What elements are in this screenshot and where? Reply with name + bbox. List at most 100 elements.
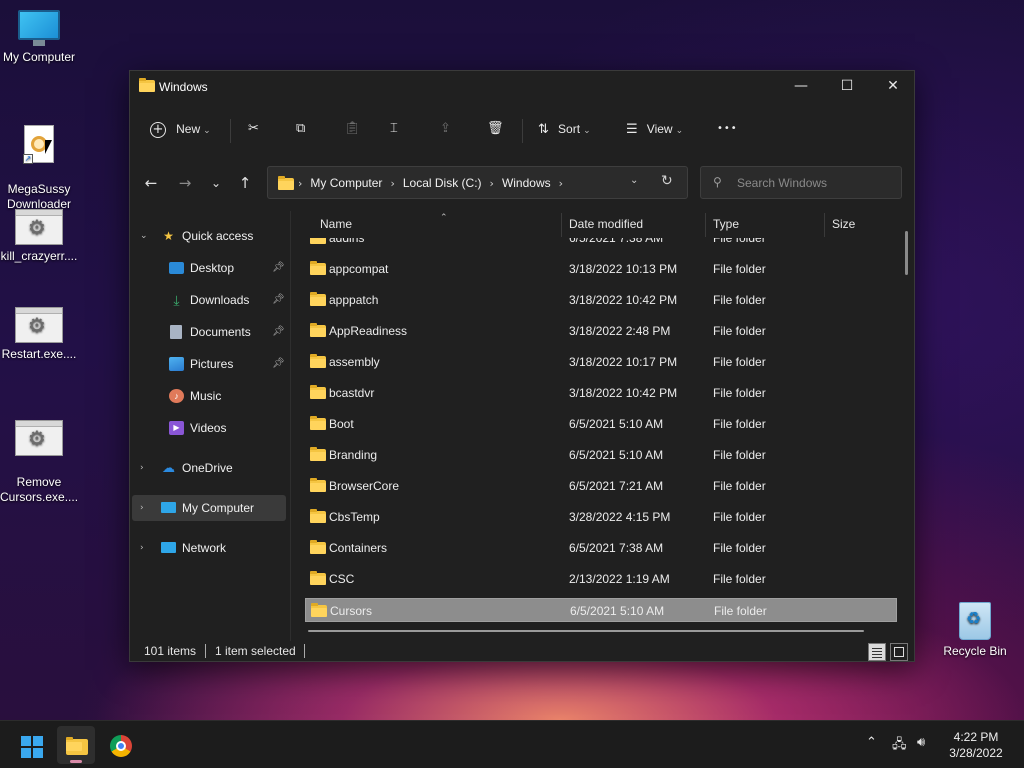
file-date: 3/18/2022 10:42 PM [569, 386, 678, 400]
file-row[interactable]: Boot 6/5/2021 5:10 AM File folder [305, 412, 897, 436]
file-name: bcastdvr [329, 386, 375, 400]
column-header-size[interactable]: Size [825, 211, 895, 237]
sidebar-item-downloads[interactable]: ⤓ Downloads 📌︎ [132, 287, 286, 313]
breadcrumb-separator[interactable]: › [559, 177, 563, 190]
desktop-icon-label: MegaSussy Downloader [6, 182, 72, 211]
sidebar-item-onedrive[interactable]: › ☁ OneDrive [132, 455, 286, 481]
desktop-icon-restart-exe[interactable]: ⚙ Restart.exe.... [0, 307, 78, 362]
file-row[interactable]: AppReadiness 3/18/2022 2:48 PM File folder [305, 319, 897, 343]
toolbar-divider [230, 119, 231, 143]
network-icon[interactable]: 🖧︎ [892, 735, 907, 757]
address-bar[interactable]: › My Computer › Local Disk (C:) › Windows › ⌄ … [267, 166, 688, 199]
close-button[interactable]: ✕ [870, 71, 916, 103]
file-row[interactable]: appcompat 3/18/2022 10:13 PM File folder [305, 257, 897, 281]
file-date: 6/5/2021 7:21 AM [569, 479, 664, 493]
folder-icon [310, 416, 326, 430]
up-button[interactable]: ↑ [233, 171, 257, 195]
file-row[interactable]: CbsTemp 3/28/2022 4:15 PM File folder [305, 505, 897, 529]
desktop-icon-label: kill_crazyerr.... [0, 249, 78, 263]
pane-divider[interactable] [290, 211, 291, 641]
view-button[interactable]: ☰ View ⌄ [626, 117, 683, 141]
desktop-icon-my-computer[interactable]: My Computer [0, 10, 78, 65]
chevron-right-icon: › [140, 463, 144, 473]
file-row[interactable]: assembly 3/18/2022 10:17 PM File folder [305, 350, 897, 374]
sidebar-item-documents[interactable]: Documents 📌︎ [132, 319, 286, 345]
recent-locations-button[interactable]: ⌄ [204, 171, 228, 195]
file-row[interactable]: Containers 6/5/2021 7:38 AM File folder [305, 536, 897, 560]
horizontal-scrollbar[interactable] [308, 630, 864, 632]
sidebar-item-videos[interactable]: ▶ Videos [132, 415, 286, 441]
forward-button[interactable]: → [173, 171, 197, 195]
breadcrumb-local-disk[interactable]: Local Disk (C:) [403, 176, 482, 190]
sidebar-item-quick-access[interactable]: ⌄ ★ Quick access [132, 223, 286, 249]
maximize-button[interactable]: ☐ [824, 71, 870, 103]
search-input[interactable] [737, 173, 897, 193]
selection-count: 1 item selected [215, 644, 296, 658]
minimize-button[interactable]: — [778, 71, 824, 103]
chrome-icon[interactable] [101, 726, 139, 764]
new-button[interactable]: + New ⌄ [150, 117, 211, 141]
documents-icon [170, 325, 182, 339]
folder-icon [310, 354, 326, 368]
refresh-icon[interactable]: ↻ [661, 173, 673, 189]
address-dropdown-icon[interactable]: ⌄ [630, 175, 638, 186]
file-date: 6/5/2021 5:10 AM [570, 604, 665, 618]
column-header-label: Name [320, 217, 353, 231]
file-row[interactable]: bcastdvr 3/18/2022 10:42 PM File folder [305, 381, 897, 405]
paste-button[interactable]: 📋︎ [344, 117, 361, 141]
column-header-type[interactable]: Type [706, 211, 824, 237]
sidebar-item-pictures[interactable]: Pictures 📌︎ [132, 351, 286, 377]
more-button[interactable]: ••• [717, 117, 738, 141]
file-type: File folder [713, 324, 766, 338]
sort-ascending-icon: ⌃ [440, 213, 448, 223]
chevron-up-icon[interactable]: ⌃ [866, 735, 877, 750]
sidebar-item-label: Documents [190, 325, 251, 339]
file-date: 6/5/2021 5:10 AM [569, 417, 664, 431]
desktop-icon-kill-crazyerr[interactable]: ⚙ kill_crazyerr.... [0, 209, 78, 264]
sort-icon: ⇅ [538, 122, 549, 137]
desktop-icon-recycle-bin[interactable]: ♻ Recycle Bin [936, 598, 1014, 659]
volume-icon[interactable]: 🔊︎ [917, 735, 925, 750]
file-row[interactable]: BrowserCore 6/5/2021 7:21 AM File folder [305, 474, 897, 498]
sort-label: Sort [558, 122, 581, 136]
file-type: File folder [713, 510, 766, 524]
cloud-icon: ☁ [162, 460, 175, 475]
breadcrumb-separator[interactable]: › [490, 177, 494, 190]
file-name: Branding [329, 448, 378, 462]
copy-button[interactable]: ⧉ [296, 117, 305, 141]
file-row[interactable]: Branding 6/5/2021 5:10 AM File folder [305, 443, 897, 467]
sidebar-item-label: Network [182, 541, 227, 555]
desktop-icon-remove-cursors[interactable]: ⚙ Remove Cursors.exe.... [0, 405, 78, 520]
share-button[interactable]: ⇪ [440, 117, 451, 141]
sort-button[interactable]: ⇅ Sort ⌄ [538, 117, 591, 141]
navigation-pane: ⌄ ★ Quick access Desktop 📌︎ ⤓ Downloads … [130, 211, 290, 641]
breadcrumb-my-computer[interactable]: My Computer [310, 176, 382, 190]
vertical-scrollbar[interactable] [905, 231, 908, 275]
sidebar-item-desktop[interactable]: Desktop 📌︎ [132, 255, 286, 281]
file-row[interactable]: apppatch 3/18/2022 10:42 PM File folder [305, 288, 897, 312]
star-icon: ★ [163, 229, 174, 243]
sidebar-item-music[interactable]: ♪ Music [132, 383, 286, 409]
sidebar-item-my-computer[interactable]: › My Computer [132, 495, 286, 521]
cut-button[interactable]: ✂ [248, 117, 259, 141]
sidebar-item-network[interactable]: › Network [132, 535, 286, 561]
column-header-date[interactable]: Date modified [562, 211, 705, 237]
file-row[interactable]: Cursors 6/5/2021 5:10 AM File folder [305, 598, 897, 622]
delete-button[interactable]: 🗑︎ [487, 117, 504, 141]
start-icon[interactable] [21, 736, 43, 758]
rename-button[interactable]: ⌶ [390, 117, 398, 141]
pin-icon: 📌︎ [272, 294, 285, 305]
desktop-icon-label: Recycle Bin [943, 644, 1007, 658]
file-row[interactable]: CSC 2/13/2022 1:19 AM File folder [305, 567, 897, 591]
back-button[interactable]: ← [139, 171, 163, 195]
clock[interactable]: 4:22 PM 3/28/2022 [940, 729, 1012, 761]
column-header-name[interactable]: Name ⌃ [313, 211, 561, 237]
large-icons-view-button[interactable] [890, 643, 908, 661]
search-box[interactable]: ⚲ [700, 166, 902, 199]
details-view-button[interactable] [868, 643, 886, 661]
file-type: File folder [713, 355, 766, 369]
breadcrumb-separator[interactable]: › [390, 177, 394, 190]
title-bar[interactable]: Windows — ☐ ✕ [130, 71, 914, 103]
file-explorer-icon[interactable] [57, 726, 95, 764]
breadcrumb-windows[interactable]: Windows [502, 176, 551, 190]
